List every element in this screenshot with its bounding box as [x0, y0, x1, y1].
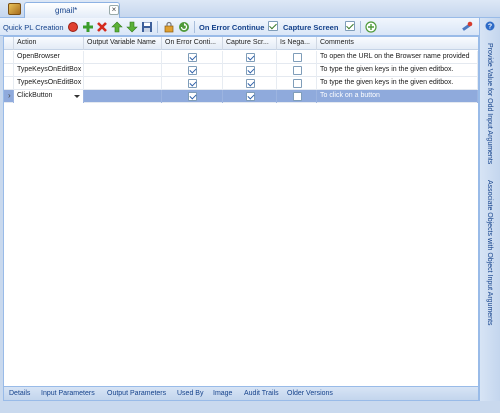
- lock-icon[interactable]: [163, 21, 175, 33]
- close-icon[interactable]: ×: [109, 5, 119, 15]
- tab-audit-trails[interactable]: Audit Trails: [244, 390, 279, 397]
- run-icon[interactable]: [365, 21, 377, 33]
- on-error-continue-checkbox[interactable]: [188, 66, 197, 75]
- toolbar-separator: [194, 21, 195, 33]
- comment-cell[interactable]: To open the URL on the Browser name prov…: [317, 51, 478, 64]
- tab-gmail[interactable]: gmail* ×: [24, 2, 120, 18]
- action-cell[interactable]: OpenBrowser: [14, 51, 84, 64]
- action-cell-text: ClickButton: [17, 92, 53, 99]
- table-row[interactable]: TypeKeysOnEditBox To type the given keys …: [4, 64, 478, 77]
- capture-screen-checkbox-cell: [223, 90, 277, 103]
- comment-cell[interactable]: To type the given keys in the given edit…: [317, 64, 478, 77]
- status-strip: [0, 401, 500, 413]
- is-negative-checkbox-cell: [277, 77, 317, 90]
- output-variable-cell[interactable]: [84, 77, 162, 90]
- comment-cell[interactable]: To type the given keys in the given edit…: [317, 77, 478, 90]
- on-error-continue-checkbox-cell: [162, 51, 223, 64]
- capture-screen-checkbox[interactable]: [246, 53, 255, 62]
- is-negative-checkbox[interactable]: [293, 92, 302, 101]
- move-up-icon[interactable]: [111, 21, 123, 33]
- on-error-continue-checkbox[interactable]: [268, 21, 278, 31]
- tab-associate-objects-input-arguments[interactable]: Associate Objects with Object Input Argu…: [486, 180, 493, 326]
- action-cell[interactable]: TypeKeysOnEditBox: [14, 77, 84, 90]
- row-marker-cell[interactable]: [4, 77, 14, 90]
- move-down-icon[interactable]: [126, 21, 138, 33]
- refresh-icon[interactable]: [178, 21, 190, 33]
- row-marker-cell[interactable]: [4, 51, 14, 64]
- record-icon[interactable]: [67, 21, 79, 33]
- action-cell[interactable]: ClickButton: [14, 90, 84, 103]
- on-error-continue-checkbox[interactable]: [188, 79, 197, 88]
- column-header-output-variable[interactable]: Output Variable Name: [84, 37, 162, 50]
- row-marker-cell[interactable]: [4, 64, 14, 77]
- toolbar-separator: [360, 21, 361, 33]
- on-error-continue-label: On Error Continue: [199, 23, 265, 32]
- on-error-continue-checkbox[interactable]: [188, 92, 197, 101]
- column-header-on-error-continue[interactable]: On Error Conti...: [162, 37, 223, 50]
- delete-icon[interactable]: [96, 21, 108, 33]
- action-grid: Action Output Variable Name On Error Con…: [3, 36, 479, 387]
- save-icon[interactable]: [141, 21, 153, 33]
- column-header-is-negative[interactable]: Is Nega...: [277, 37, 317, 50]
- toolbar-separator: [157, 21, 158, 33]
- tab-input-parameters[interactable]: Input Parameters: [41, 390, 95, 397]
- capture-screen-checkbox[interactable]: [246, 66, 255, 75]
- column-header-comments[interactable]: Comments: [317, 37, 478, 50]
- help-icon[interactable]: ?: [485, 21, 495, 31]
- project-icon: [8, 3, 21, 15]
- is-negative-checkbox[interactable]: [293, 66, 302, 75]
- table-row[interactable]: › ClickButton To click on a button: [4, 90, 478, 103]
- svg-text:?: ?: [488, 24, 492, 31]
- table-row[interactable]: OpenBrowser To open the URL on the Browse…: [4, 51, 478, 64]
- is-negative-checkbox[interactable]: [293, 53, 302, 62]
- chevron-down-icon[interactable]: [74, 95, 80, 98]
- column-header-action[interactable]: Action: [14, 37, 84, 50]
- capture-screen-checkbox-cell: [223, 51, 277, 64]
- tab-used-by[interactable]: Used By: [177, 390, 203, 397]
- row-marker-header: [4, 37, 14, 50]
- on-error-continue-checkbox-cell: [162, 64, 223, 77]
- on-error-continue-checkbox[interactable]: [188, 53, 197, 62]
- output-variable-cell[interactable]: [84, 51, 162, 64]
- current-row-marker: ›: [8, 91, 11, 100]
- output-variable-cell[interactable]: [84, 64, 162, 77]
- on-error-continue-checkbox-cell: [162, 90, 223, 103]
- toolbar-title: Quick PL Creation: [3, 23, 64, 32]
- tab-output-parameters[interactable]: Output Parameters: [107, 390, 166, 397]
- capture-screen-checkbox-cell: [223, 77, 277, 90]
- tab-title: gmail*: [55, 6, 78, 15]
- tab-provide-value-odd-input-arguments[interactable]: Provide Value for Odd Input Arguments: [486, 43, 493, 164]
- document-tab-strip: gmail* ×: [0, 0, 500, 18]
- grid-header: Action Output Variable Name On Error Con…: [4, 37, 478, 50]
- quick-pl-toolbar: Quick PL Creation On Error Continue Capt…: [0, 18, 500, 36]
- tab-older-versions[interactable]: Older Versions: [287, 390, 333, 397]
- right-side-panel: ? Provide Value for Odd Input Arguments …: [479, 18, 500, 401]
- capture-screen-checkbox[interactable]: [345, 21, 355, 31]
- tools-icon[interactable]: [461, 21, 473, 33]
- capture-screen-checkbox[interactable]: [246, 79, 255, 88]
- details-tab-bar: Details Input Parameters Output Paramete…: [3, 387, 479, 401]
- add-icon[interactable]: [82, 21, 94, 33]
- capture-screen-label: Capture Screen: [283, 23, 339, 32]
- on-error-continue-checkbox-cell: [162, 77, 223, 90]
- is-negative-checkbox-cell: [277, 90, 317, 103]
- table-row[interactable]: TypeKeysOnEditBox To type the given keys …: [4, 77, 478, 90]
- action-cell[interactable]: TypeKeysOnEditBox: [14, 64, 84, 77]
- is-negative-checkbox-cell: [277, 64, 317, 77]
- comment-cell[interactable]: To click on a button: [317, 90, 478, 103]
- output-variable-cell[interactable]: [84, 90, 162, 103]
- tab-image[interactable]: Image: [213, 390, 232, 397]
- is-negative-checkbox[interactable]: [293, 79, 302, 88]
- column-header-capture-screen[interactable]: Capture Scr...: [223, 37, 277, 50]
- capture-screen-checkbox[interactable]: [246, 92, 255, 101]
- row-marker-cell[interactable]: ›: [4, 90, 14, 103]
- capture-screen-checkbox-cell: [223, 64, 277, 77]
- tab-details[interactable]: Details: [9, 390, 30, 397]
- is-negative-checkbox-cell: [277, 51, 317, 64]
